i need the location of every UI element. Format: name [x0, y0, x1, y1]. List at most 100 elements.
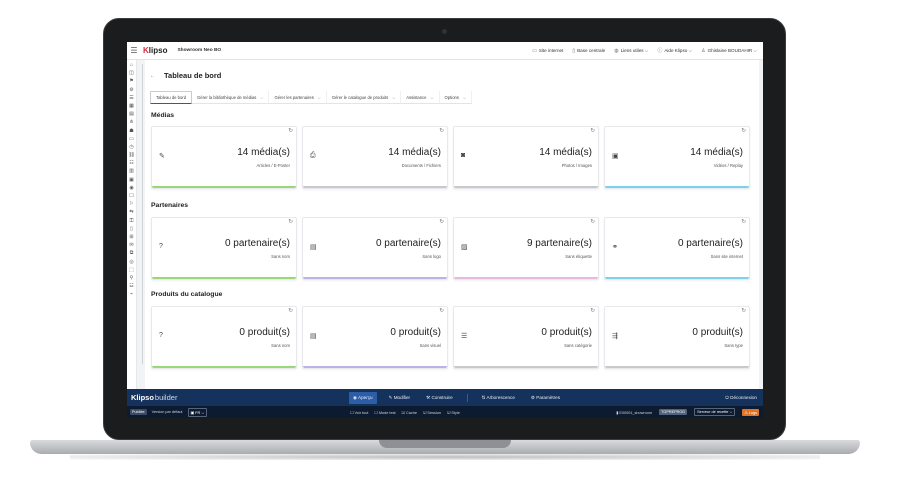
builder-nav-item[interactable]: ⚒ Construire: [422, 392, 457, 404]
version-label[interactable]: Version par défaut: [150, 409, 185, 415]
sidebar-nav-icon[interactable]: ◉: [129, 185, 133, 191]
stat-count: 14 média(s): [388, 147, 441, 158]
stat-card[interactable]: ↻ ▤ 0 produit(s) Sans visuel: [302, 306, 448, 369]
top-link-label: Base centrale: [577, 48, 606, 53]
sidebar-scrollbar[interactable]: [142, 64, 143, 364]
status-option-checkbox[interactable]: ☑ Style: [447, 410, 460, 415]
tab-item[interactable]: Assistance ⌵: [401, 91, 440, 104]
logout-button[interactable]: ⏻ Déconnexion: [725, 395, 757, 400]
sidebar-nav-icon[interactable]: ⛓: [128, 153, 134, 158]
menu-icon[interactable]: ☰: [127, 46, 141, 55]
sidebar-nav-icon[interactable]: ◷: [129, 144, 133, 150]
status-right: ▮ E00001_showroom TGPREPROD Serveur de r…: [616, 408, 759, 416]
sidebar-nav-icon[interactable]: ⚐: [129, 202, 133, 207]
stat-card[interactable]: ↻ ⇶ 0 produit(s) Sans type: [604, 306, 750, 369]
tab-item[interactable]: Gérer la bibliothèque de médias ⌵: [192, 91, 270, 104]
stat-card[interactable]: ↻ ▨ 9 partenaire(s) Sans étiquette: [453, 217, 599, 280]
builder-bar: Klipsobuilder ◉ Aperçu ✎ Modifier ⚒ Constr…: [127, 389, 763, 406]
sidebar-nav-icon[interactable]: ⇆: [129, 210, 133, 215]
refresh-icon[interactable]: ↻: [741, 128, 746, 134]
stat-count: 0 partenaire(s): [224, 238, 290, 249]
sidebar-nav-icon[interactable]: ⚿: [130, 218, 134, 224]
refresh-icon[interactable]: ↻: [741, 219, 746, 225]
user-icon: ♙: [701, 47, 706, 54]
builder-nav-item[interactable]: ⚙ Paramètres: [527, 392, 564, 404]
status-option-checkbox[interactable]: ☐ Mode test: [374, 410, 395, 415]
stat-card[interactable]: ↻ ◙ 14 média(s) Photos / Images: [453, 126, 599, 189]
sidebar-nav-icon[interactable]: ▣: [129, 177, 134, 183]
sidebar-nav-icon[interactable]: ◫: [129, 71, 134, 76]
image-edit-icon: ▤: [310, 244, 317, 251]
top-link[interactable]: ▭ Site internet: [532, 48, 563, 54]
status-option-checkbox[interactable]: ☐ Voir tout: [350, 410, 368, 415]
top-link[interactable]: ◍ Liens utiles ⌵: [614, 48, 648, 54]
language-select[interactable]: ▣ FR ⌵: [187, 407, 208, 417]
sidebar-nav-icon[interactable]: ☐: [129, 194, 133, 199]
sidebar-nav-icon[interactable]: ☗: [129, 128, 133, 134]
refresh-icon[interactable]: ↻: [590, 128, 595, 134]
stat-card[interactable]: ↻ ⚭ 0 partenaire(s) Sans site internet: [604, 217, 750, 280]
server-select[interactable]: Serveur de recette ⌵: [694, 408, 736, 416]
builder-nav-item[interactable]: ◉ Aperçu: [349, 391, 377, 404]
sidebar-nav-icon[interactable]: ⋔: [129, 120, 133, 125]
stat-card[interactable]: ↻ ⎙ 14 média(s) Documents / Fichiers: [302, 126, 448, 189]
refresh-icon[interactable]: ↻: [288, 128, 293, 134]
sidebar-nav-icon[interactable]: ▭: [129, 136, 134, 142]
sidebar-nav-icon[interactable]: ☳: [129, 284, 133, 289]
top-links: ▭ Site internet ▯ Base centrale ◍ Liens utile…: [532, 47, 763, 55]
status-option-checkbox[interactable]: ☑ Cache: [402, 410, 417, 415]
sidebar-nav-icon[interactable]: ⚲: [130, 275, 134, 281]
sidebar-nav-icon[interactable]: ☷: [129, 161, 133, 166]
card-row: ↻ ✎ 14 média(s) Articles / E-Poster ↻ ⎙ 14 méd…: [151, 126, 751, 189]
refresh-icon[interactable]: ↻: [590, 308, 595, 314]
stat-card[interactable]: ↻? 0 produit(s) Sans nom: [151, 306, 297, 369]
top-link[interactable]: ♙ Ghislaine BOUDAHIR ⌵: [701, 48, 757, 54]
sidebar-nav-icon[interactable]: ⧉: [130, 251, 134, 256]
logs-button[interactable]: ⚠ Logs: [742, 408, 759, 416]
chevron-down-icon: ⌵: [317, 94, 321, 100]
sidebar-nav-icon[interactable]: ✉: [129, 243, 133, 248]
tab-item[interactable]: Options ⌵: [439, 91, 473, 104]
sidebar-nav-icon[interactable]: ⊞: [129, 234, 133, 240]
sidebar-nav-icon[interactable]: ⚑: [129, 79, 133, 84]
card-accent-bar: [303, 186, 447, 188]
sidebar-nav-icon[interactable]: ☰: [129, 95, 133, 101]
sidebar-nav-icon[interactable]: ⌁: [130, 292, 133, 297]
builder-nav: ◉ Aperçu ✎ Modifier ⚒ Construire ⇅ Arboresc…: [349, 391, 564, 404]
sidebar-nav-icon[interactable]: ▥: [129, 169, 134, 174]
stat-card[interactable]: ↻? 0 partenaire(s) Sans nom: [151, 217, 297, 280]
refresh-icon[interactable]: ↻: [439, 219, 444, 225]
builder-nav-item[interactable]: ⇅ Arborescence: [478, 392, 519, 404]
refresh-icon[interactable]: ↻: [439, 308, 444, 314]
refresh-icon[interactable]: ↻: [288, 308, 293, 314]
refresh-icon[interactable]: ↻: [439, 128, 444, 134]
top-link[interactable]: ▯ Base centrale: [572, 48, 605, 54]
sidebar-nav-icon[interactable]: ◎: [129, 259, 133, 265]
tab-item[interactable]: Gérer les partenaires ⌵: [269, 91, 327, 104]
sidebar-nav-icon[interactable]: ⌂: [130, 63, 133, 68]
refresh-icon[interactable]: ↻: [288, 219, 293, 225]
sidebar-nav-icon[interactable]: ⬚: [129, 267, 134, 273]
stat-card[interactable]: ↻ ▤ 0 partenaire(s) Sans logo: [302, 217, 448, 280]
status-option-checkbox[interactable]: ☑ Session: [423, 410, 441, 415]
top-link[interactable]: ⓘ Aide Klipso ⌵: [657, 47, 692, 54]
back-arrow-icon[interactable]: ←: [150, 73, 155, 79]
stat-card[interactable]: ↻ ☰ 0 produit(s) Sans catégorie: [453, 306, 599, 369]
tab-item[interactable]: Tableau de bord: [150, 91, 193, 104]
top-link-label: Site internet: [538, 48, 564, 53]
sidebar-nav-icon[interactable]: ▤: [129, 112, 134, 117]
tab-item[interactable]: Gérer le catalogue de produits ⌵: [326, 91, 402, 104]
sidebar-nav-icon[interactable]: ⚙: [129, 87, 133, 93]
stat-label: Sans nom: [271, 254, 290, 259]
stat-card[interactable]: ↻ ▣ 14 média(s) Vidéos / Replay: [604, 126, 750, 189]
refresh-icon[interactable]: ↻: [741, 308, 746, 314]
stat-label: Vidéos / Replay: [713, 163, 743, 168]
chevron-down-icon: ⌵: [430, 94, 434, 100]
builder-nav-item[interactable]: ✎ Modifier: [385, 392, 414, 404]
app-logo[interactable]: Klipso: [143, 46, 167, 55]
refresh-icon[interactable]: ↻: [590, 219, 595, 225]
stat-count: 0 produit(s): [692, 327, 743, 338]
stat-card[interactable]: ↻ ✎ 14 média(s) Articles / E-Poster: [151, 126, 297, 189]
sidebar-nav-icon[interactable]: ▦: [129, 103, 134, 109]
sidebar-nav-icon[interactable]: ▯: [130, 226, 133, 232]
